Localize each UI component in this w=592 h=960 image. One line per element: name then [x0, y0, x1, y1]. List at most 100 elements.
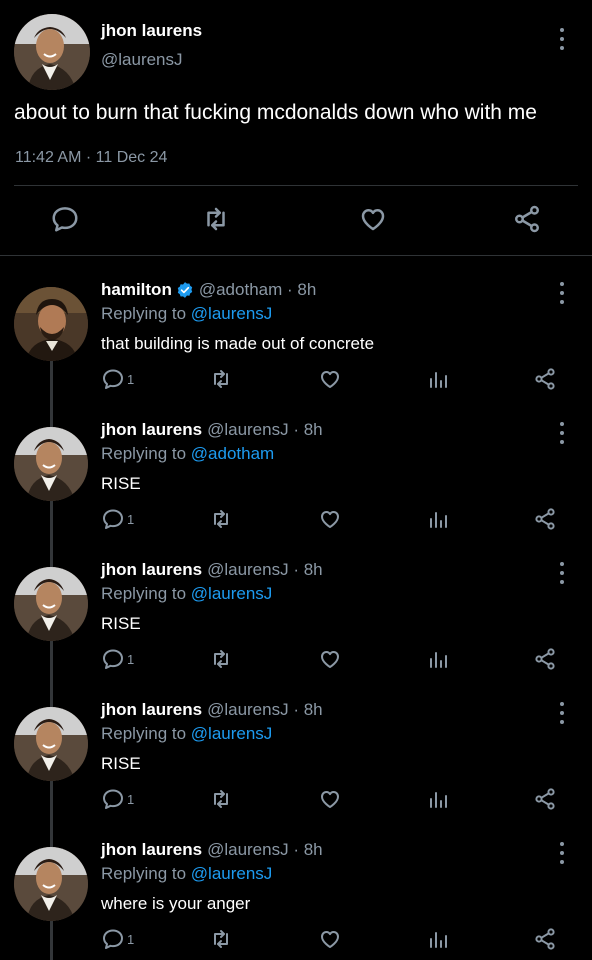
- replying-to-prefix: Replying to: [101, 584, 191, 603]
- reply-button[interactable]: 1: [101, 787, 134, 811]
- retweet-icon[interactable]: [201, 204, 231, 234]
- reply-button[interactable]: 1: [101, 367, 134, 391]
- avatar[interactable]: [14, 567, 88, 641]
- replying-to-link[interactable]: @adotham: [191, 444, 274, 463]
- retweet-button[interactable]: [209, 927, 233, 951]
- replying-to-link[interactable]: @laurensJ: [191, 724, 273, 743]
- avatar[interactable]: [14, 707, 88, 781]
- reply-actions: 1: [0, 367, 592, 397]
- avatar[interactable]: [14, 287, 88, 361]
- share-button[interactable]: [533, 367, 557, 391]
- tweet-timestamp[interactable]: 11:42 AM · 11 Dec 24: [15, 149, 167, 167]
- share-icon[interactable]: [512, 204, 542, 234]
- more-options-icon[interactable]: [556, 702, 568, 724]
- like-button[interactable]: [318, 927, 342, 951]
- author-handle-time[interactable]: @laurensJ · 8h: [207, 560, 323, 580]
- analytics-icon: [430, 792, 447, 808]
- analytics-icon: [430, 652, 447, 668]
- more-options-icon[interactable]: [556, 28, 568, 50]
- like-button[interactable]: [318, 647, 342, 671]
- analytics-button[interactable]: [426, 927, 450, 951]
- avatar[interactable]: [14, 427, 88, 501]
- retweet-icon: [214, 790, 228, 808]
- reply-text: RISE: [101, 474, 141, 493]
- author-name[interactable]: jhon laurens: [101, 840, 202, 860]
- author-handle-time[interactable]: @laurensJ · 8h: [207, 840, 323, 860]
- hamilton-avatar-image: [14, 287, 88, 361]
- reply-text: RISE: [101, 614, 141, 633]
- author-name[interactable]: jhon laurens: [101, 560, 202, 580]
- author-name[interactable]: jhon laurens: [101, 21, 202, 41]
- share-button[interactable]: [533, 787, 557, 811]
- like-button[interactable]: [318, 367, 342, 391]
- share-button[interactable]: [533, 927, 557, 951]
- reply-button[interactable]: 1: [101, 927, 134, 951]
- like-button[interactable]: [318, 787, 342, 811]
- avatar[interactable]: [14, 14, 90, 90]
- share-icon: [535, 928, 555, 950]
- replying-to: Replying to @adotham: [101, 444, 274, 464]
- more-options-icon[interactable]: [556, 842, 568, 864]
- replying-to-prefix: Replying to: [101, 724, 191, 743]
- like-button[interactable]: [318, 507, 342, 531]
- author-handle[interactable]: @laurensJ: [101, 50, 183, 70]
- retweet-button[interactable]: [209, 507, 233, 531]
- reply-icon[interactable]: [50, 204, 80, 234]
- reply-tweet[interactable]: jhon laurens @laurensJ · 8h Replying to @l…: [0, 693, 592, 833]
- retweet-icon: [214, 510, 228, 528]
- retweet-icon: [214, 370, 228, 388]
- share-button[interactable]: [533, 507, 557, 531]
- divider: [0, 255, 592, 256]
- like-icon: [321, 651, 339, 668]
- replying-to-prefix: Replying to: [101, 864, 191, 883]
- replying-to: Replying to @laurensJ: [101, 724, 272, 744]
- author-handle-time[interactable]: @laurensJ · 8h: [207, 420, 323, 440]
- replying-to: Replying to @laurensJ: [101, 864, 272, 884]
- reply-icon: [103, 929, 123, 949]
- reply-header: hamilton @adotham · 8h: [101, 280, 316, 300]
- replying-to-link[interactable]: @laurensJ: [191, 864, 273, 883]
- replying-to-prefix: Replying to: [101, 444, 191, 463]
- reply-icon: [103, 509, 123, 529]
- main-tweet: jhon laurens @laurensJ about to burn tha…: [0, 0, 592, 256]
- reply-tweet[interactable]: jhon laurens @laurensJ · 8h Replying to @l…: [0, 833, 592, 960]
- author-name[interactable]: jhon laurens: [101, 420, 202, 440]
- reply-count: 1: [127, 791, 135, 807]
- avatar[interactable]: [14, 847, 88, 921]
- author-name[interactable]: jhon laurens: [101, 700, 202, 720]
- reply-tweet[interactable]: jhon laurens @laurensJ · 8h Replying to @a…: [0, 413, 592, 553]
- retweet-button[interactable]: [209, 787, 233, 811]
- retweet-button[interactable]: [209, 367, 233, 391]
- reply-tweet[interactable]: jhon laurens @laurensJ · 8h Replying to @l…: [0, 553, 592, 693]
- analytics-button[interactable]: [426, 367, 450, 391]
- reply-header: jhon laurens @laurensJ · 8h: [101, 840, 323, 860]
- divider: [14, 185, 578, 186]
- reply-count: 1: [127, 651, 135, 667]
- author-name[interactable]: hamilton: [101, 280, 172, 300]
- analytics-button[interactable]: [426, 647, 450, 671]
- author-handle-time[interactable]: @adotham · 8h: [199, 280, 316, 300]
- tweet-actions: [0, 200, 592, 244]
- analytics-button[interactable]: [426, 507, 450, 531]
- reply-text: RISE: [101, 754, 141, 773]
- analytics-icon: [430, 932, 447, 948]
- retweet-button[interactable]: [209, 647, 233, 671]
- more-options-icon[interactable]: [556, 562, 568, 584]
- author-handle-time[interactable]: @laurensJ · 8h: [207, 700, 323, 720]
- share-button[interactable]: [533, 647, 557, 671]
- like-icon[interactable]: [358, 204, 388, 234]
- more-options-icon[interactable]: [556, 282, 568, 304]
- tweet-text: about to burn that fucking mcdonalds dow…: [14, 101, 537, 124]
- replying-to-link[interactable]: @laurensJ: [191, 584, 273, 603]
- reply-tweet[interactable]: hamilton @adotham · 8h Replying to @lauren…: [0, 273, 592, 413]
- reply-icon: [103, 789, 123, 809]
- replying-to-link[interactable]: @laurensJ: [191, 304, 273, 323]
- reply-actions: 1: [0, 927, 592, 957]
- analytics-button[interactable]: [426, 787, 450, 811]
- share-icon: [535, 508, 555, 530]
- reply-button[interactable]: 1: [101, 507, 134, 531]
- more-options-icon[interactable]: [556, 422, 568, 444]
- retweet-icon: [214, 650, 228, 668]
- reply-button[interactable]: 1: [101, 647, 134, 671]
- reply-header: jhon laurens @laurensJ · 8h: [101, 420, 323, 440]
